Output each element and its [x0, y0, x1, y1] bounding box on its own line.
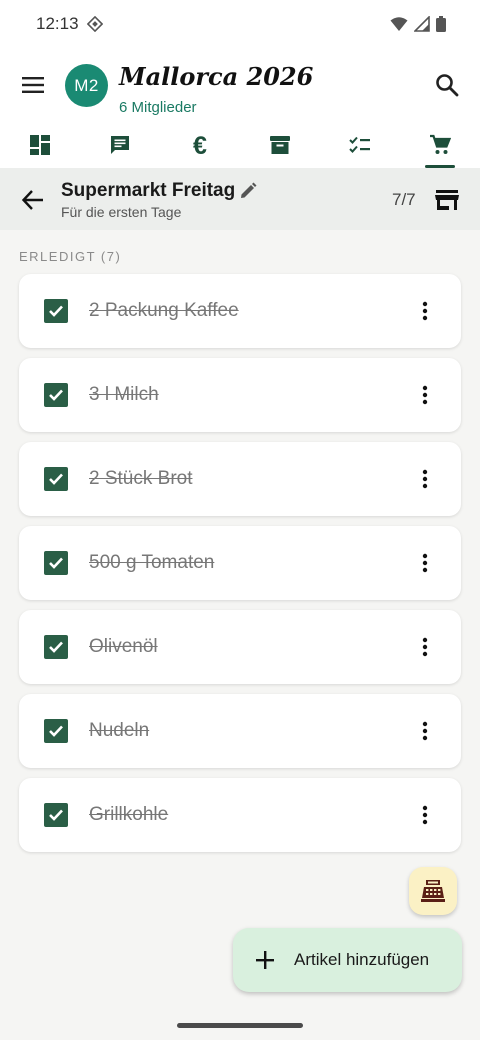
avatar[interactable]: M2	[65, 64, 108, 107]
checkout-button[interactable]	[409, 867, 457, 915]
check-icon	[49, 809, 63, 821]
plus-icon	[256, 951, 274, 969]
list-item[interactable]: Nudeln	[19, 694, 461, 768]
list-item[interactable]: 2 Packung Kaffee	[19, 274, 461, 348]
item-checkbox[interactable]	[44, 383, 68, 407]
item-checkbox[interactable]	[44, 719, 68, 743]
more-vert-icon[interactable]	[413, 635, 437, 659]
list-item[interactable]: 2 Stück Brot	[19, 442, 461, 516]
item-label: 2 Packung Kaffee	[89, 300, 239, 321]
tab-expenses[interactable]: €	[160, 124, 240, 168]
app-title: Mallorca 2026	[119, 62, 314, 91]
item-label: 2 Stück Brot	[89, 468, 193, 489]
app-bar: M2 Mallorca 2026 6 Mitglieder	[0, 48, 480, 124]
status-bar: 12:13	[0, 0, 480, 48]
list-item[interactable]: Olivenöl	[19, 610, 461, 684]
tab-shopping[interactable]	[400, 124, 480, 168]
item-label: 3 l Milch	[89, 384, 159, 405]
item-checkbox[interactable]	[44, 467, 68, 491]
store-icon[interactable]	[434, 187, 460, 213]
shopping-cart-icon	[430, 134, 451, 154]
cell-signal-icon	[414, 16, 430, 32]
check-icon	[49, 725, 63, 737]
list-item[interactable]: 500 g Tomaten	[19, 526, 461, 600]
pencil-icon[interactable]	[239, 182, 257, 200]
more-vert-icon[interactable]	[413, 719, 437, 743]
item-label: 500 g Tomaten	[89, 552, 215, 573]
item-label: Olivenöl	[89, 636, 158, 657]
item-checkbox[interactable]	[44, 299, 68, 323]
menu-icon[interactable]	[18, 70, 48, 100]
list-subtitle: Für die ersten Tage	[61, 204, 182, 220]
add-item-button[interactable]: Artikel hinzufügen	[233, 928, 462, 992]
cash-register-icon	[421, 880, 445, 902]
tab-bar: €	[0, 124, 480, 168]
section-label-done: ERLEDIGT (7)	[19, 249, 122, 264]
euro-icon: €	[193, 132, 207, 160]
status-time: 12:13	[36, 14, 79, 33]
item-checkbox[interactable]	[44, 635, 68, 659]
more-vert-icon[interactable]	[413, 467, 437, 491]
item-checkbox[interactable]	[44, 803, 68, 827]
more-vert-icon[interactable]	[413, 299, 437, 323]
battery-icon	[436, 16, 446, 32]
tab-archive[interactable]	[240, 124, 320, 168]
notification-diamond-icon	[86, 16, 103, 32]
dashboard-icon	[30, 135, 50, 155]
check-icon	[49, 473, 63, 485]
add-item-label: Artikel hinzufügen	[294, 950, 430, 969]
check-icon	[49, 305, 63, 317]
tab-checklist[interactable]	[320, 124, 400, 168]
list-progress-count: 7/7	[392, 190, 416, 209]
search-icon[interactable]	[434, 72, 460, 98]
item-checkbox[interactable]	[44, 551, 68, 575]
member-count[interactable]: 6 Mitglieder	[119, 99, 197, 116]
chat-icon	[111, 136, 129, 154]
list-title-row: Supermarkt Freitag	[61, 180, 257, 202]
wifi-icon	[390, 17, 408, 31]
list-header: Supermarkt Freitag Für die ersten Tage 7…	[0, 168, 480, 230]
list-item[interactable]: Grillkohle	[19, 778, 461, 852]
checklist-icon	[349, 136, 370, 153]
back-arrow-icon[interactable]	[20, 187, 46, 213]
item-list: 2 Packung Kaffee 3 l Milch 2 Stück Brot …	[19, 274, 461, 862]
home-indicator[interactable]	[177, 1023, 303, 1028]
check-icon	[49, 389, 63, 401]
tab-chat[interactable]	[80, 124, 160, 168]
status-right	[390, 16, 446, 32]
list-title: Supermarkt Freitag	[61, 180, 236, 201]
archive-icon	[270, 136, 290, 154]
more-vert-icon[interactable]	[413, 803, 437, 827]
tab-dashboard[interactable]	[0, 124, 80, 168]
list-item[interactable]: 3 l Milch	[19, 358, 461, 432]
more-vert-icon[interactable]	[413, 383, 437, 407]
status-left: 12:13	[36, 14, 103, 34]
more-vert-icon[interactable]	[413, 551, 437, 575]
check-icon	[49, 641, 63, 653]
item-label: Grillkohle	[89, 804, 169, 825]
item-label: Nudeln	[89, 720, 150, 741]
check-icon	[49, 557, 63, 569]
